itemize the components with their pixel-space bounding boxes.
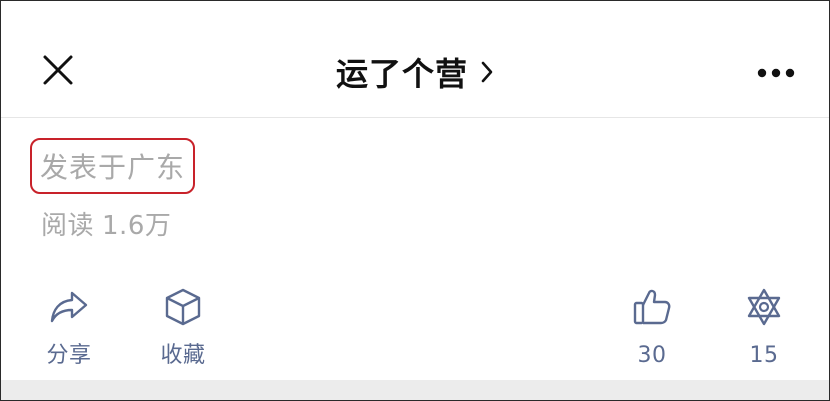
- share-icon: [47, 285, 91, 329]
- read-count-value: 1.6万: [102, 210, 172, 241]
- account-title-link[interactable]: 运了个营: [261, 51, 571, 93]
- read-count-label: 阅读: [41, 210, 95, 241]
- share-label: 分享: [46, 343, 92, 368]
- collect-icon: [161, 285, 205, 329]
- more-horizontal-icon: [756, 64, 796, 83]
- wow-count: 15: [749, 343, 779, 368]
- wow-icon: [742, 285, 786, 329]
- location-text: 发表于广东: [39, 151, 185, 184]
- wow-button[interactable]: 15: [736, 285, 792, 369]
- more-options-button[interactable]: [746, 53, 806, 93]
- read-count: 阅读 1.6万: [41, 201, 171, 245]
- thumbs-up-icon: [630, 285, 674, 329]
- page-title: 运了个营: [335, 55, 468, 93]
- header-bar: 运了个营: [1, 1, 829, 118]
- like-button[interactable]: 30: [624, 285, 680, 369]
- article-footer-panel: 运了个营 发表于广东 阅读 1.6万 分享 收藏 30 15: [0, 0, 830, 401]
- collect-label: 收藏: [160, 343, 206, 368]
- share-button[interactable]: 分享: [41, 285, 97, 369]
- chevron-right-icon: [478, 58, 496, 86]
- collect-button[interactable]: 收藏: [152, 285, 214, 369]
- bottom-divider-strip: [1, 380, 829, 400]
- location-highlight: 发表于广东: [30, 138, 195, 194]
- close-button[interactable]: [37, 51, 79, 93]
- like-count: 30: [637, 343, 667, 368]
- close-icon: [41, 53, 75, 91]
